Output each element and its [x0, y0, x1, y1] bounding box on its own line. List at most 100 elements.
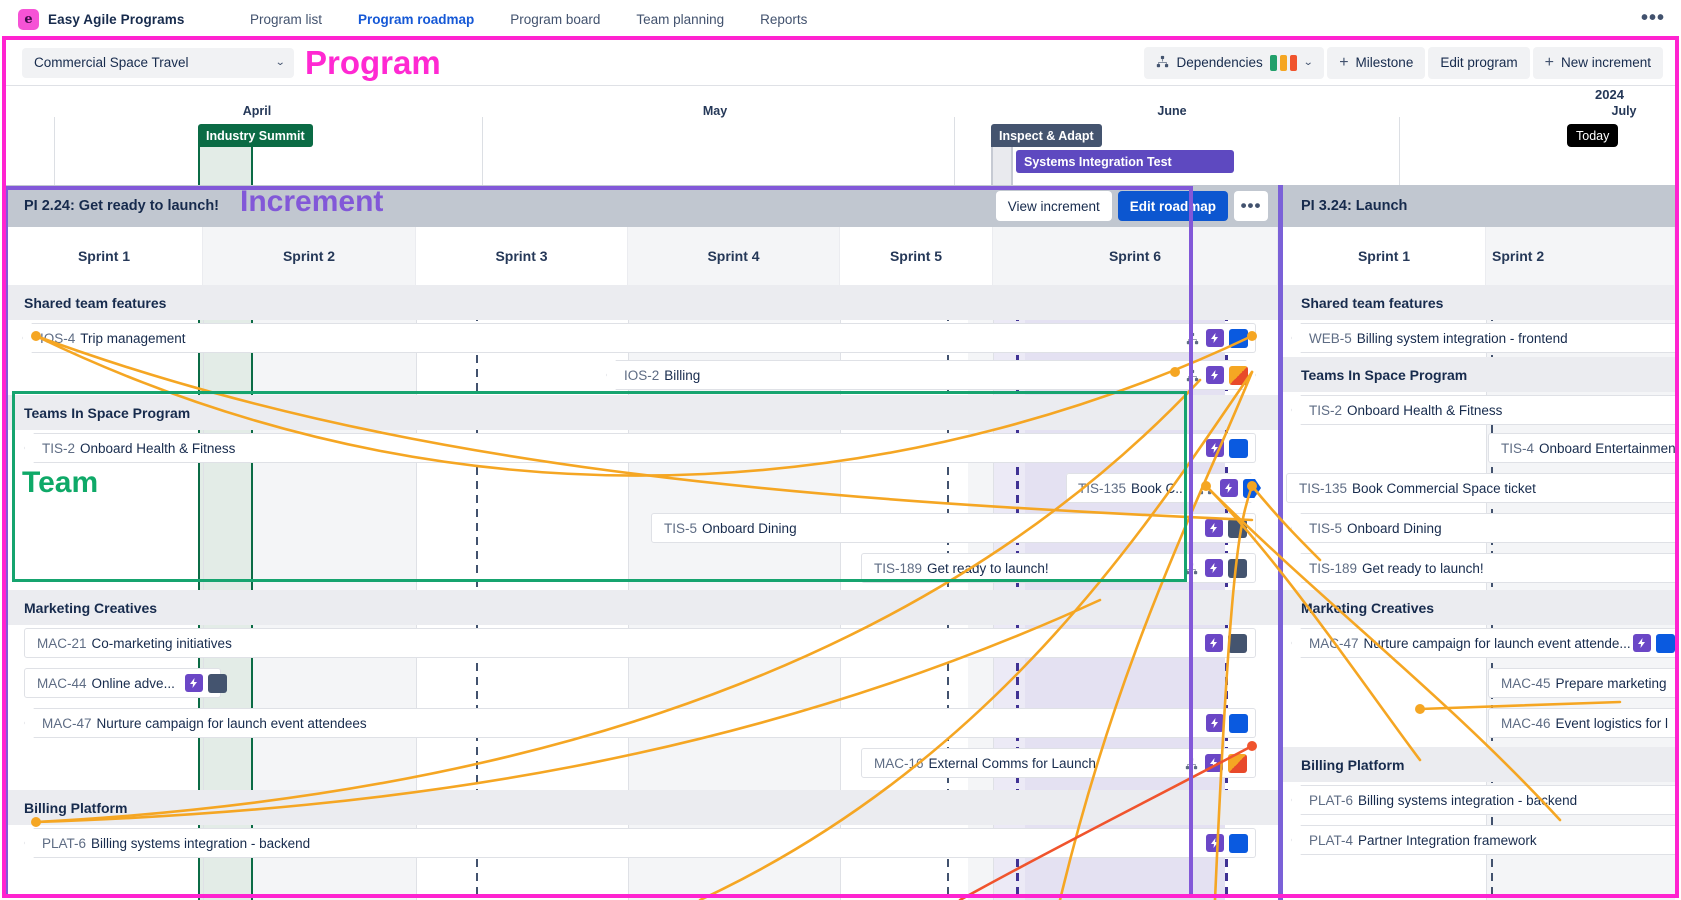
milestone-industry-summit[interactable]: Industry Summit: [198, 124, 313, 147]
avatar[interactable]: [1229, 328, 1248, 348]
milestone-systems-integration-test[interactable]: Systems Integration Test: [1016, 150, 1234, 173]
issue-bar-ios-4[interactable]: IOS-4 Trip management: [22, 323, 1256, 353]
issue-key: TIS-2: [42, 440, 76, 456]
avatar[interactable]: [1228, 518, 1247, 538]
increment-title: PI 3.24: Launch: [1301, 198, 1408, 214]
issue-bar-tis-2[interactable]: TIS-2 Onboard Health & Fitness: [1291, 395, 1675, 425]
team-header-teams-in-space-program: Teams In Space Program: [1283, 357, 1675, 392]
issue-bar-mac-44[interactable]: MAC-44 Online adve...: [24, 668, 227, 698]
issue-bar-plat-6[interactable]: PLAT-6 Billing systems integration - bac…: [24, 828, 1256, 858]
avatar[interactable]: [1229, 438, 1248, 458]
nav-item-program-list[interactable]: Program list: [250, 12, 322, 27]
issue-row: TIS-5 Onboard Dining: [1283, 510, 1675, 547]
issue-bar-tis-2[interactable]: TIS-2 Onboard Health & Fitness: [24, 433, 1256, 463]
edit-roadmap-button[interactable]: Edit roadmap: [1117, 191, 1228, 221]
sprint-cell-4: Sprint 4: [628, 227, 840, 285]
issue-bar-tis-189[interactable]: TIS-189 Get ready to launch!: [861, 553, 1256, 583]
month-label-may: May: [702, 104, 728, 118]
issue-summary: Trip management: [80, 330, 186, 346]
issue-icons: [1172, 753, 1247, 773]
issue-bar-mac-21[interactable]: MAC-21 Co-marketing initiatives: [24, 628, 1256, 658]
nav-item-team-planning[interactable]: Team planning: [636, 12, 724, 27]
story-type-icon: [1206, 366, 1224, 384]
dependency-tree-icon[interactable]: [1182, 754, 1200, 772]
sprint-header-row: Sprint 1 Sprint 2 Sprint 3 Sprint 4 Spri…: [6, 227, 1278, 285]
avatar[interactable]: [1243, 479, 1262, 498]
dependency-tree-icon[interactable]: [1183, 329, 1201, 347]
avatar[interactable]: [1228, 558, 1247, 578]
issue-key: MAC-21: [37, 635, 87, 651]
month-label-april: April: [242, 104, 272, 118]
avatar[interactable]: [1656, 633, 1675, 653]
nav-item-program-roadmap[interactable]: Program roadmap: [358, 12, 474, 27]
program-selector[interactable]: Commercial Space Travel ⌄: [22, 47, 294, 78]
year-label: 2024: [1595, 87, 1624, 102]
issue-row: TIS-189 Get ready to launch!: [6, 550, 1278, 587]
issue-row: MAC-44 Online adve...: [6, 665, 1278, 702]
issue-bar-tis-135[interactable]: TIS-135 Book C...: [1066, 473, 1261, 503]
issue-key: MAC-45: [1501, 675, 1551, 691]
avatar[interactable]: [1229, 366, 1248, 385]
new-increment-button[interactable]: + New increment: [1532, 46, 1663, 79]
sprint-cell-6: Sprint 6: [993, 227, 1278, 285]
inspect-adapt-band: [991, 147, 1013, 185]
issue-bar-tis-189[interactable]: TIS-189 Get ready to launch!: [1291, 553, 1675, 583]
issue-icons: [1173, 328, 1248, 348]
nav-item-program-board[interactable]: Program board: [510, 12, 600, 27]
increment-header-pi-2-24: PI 2.24: Get ready to launch! View incre…: [6, 185, 1278, 227]
milestone-inspect-and-adapt[interactable]: Inspect & Adapt: [991, 124, 1102, 147]
issue-row: PLAT-6 Billing systems integration - bac…: [1283, 782, 1675, 819]
story-type-icon: [1220, 479, 1238, 497]
issue-bar-plat-6[interactable]: PLAT-6 Billing systems integration - bac…: [1291, 785, 1675, 815]
more-options-icon[interactable]: •••: [1641, 8, 1665, 28]
add-milestone-button[interactable]: + Milestone: [1327, 46, 1426, 79]
avatar[interactable]: [1229, 713, 1248, 733]
issue-bar-ios-2[interactable]: IOS-2 Billing: [606, 360, 1256, 390]
issue-bar-mac-47[interactable]: MAC-47 Nurture campaign for launch event…: [24, 708, 1256, 738]
avatar[interactable]: [207, 673, 227, 693]
issue-bar-tis-135[interactable]: TIS-135 Book Commercial Space ticket: [1286, 473, 1675, 503]
dependency-tree-icon[interactable]: [1182, 559, 1200, 577]
issue-key: TIS-2: [1309, 402, 1343, 418]
dependency-tree-icon[interactable]: [1197, 479, 1215, 497]
nav-item-reports[interactable]: Reports: [760, 12, 807, 27]
issue-summary: Prepare marketing: [1555, 675, 1667, 691]
edit-program-button[interactable]: Edit program: [1428, 46, 1530, 79]
avatar[interactable]: [1229, 833, 1248, 853]
issue-bar-mac-45[interactable]: MAC-45 Prepare marketing: [1488, 668, 1675, 698]
issue-icons: [1172, 558, 1247, 578]
issue-bar-tis-5[interactable]: TIS-5 Onboard Dining: [1291, 513, 1675, 543]
dependency-chip-amber: [1279, 54, 1287, 71]
issue-row: MAC-47 Nurture campaign for launch event…: [6, 705, 1278, 742]
timeline-header: April May June July 2024 Industry Summit…: [6, 87, 1675, 185]
increment-more-options-icon[interactable]: •••: [1234, 191, 1268, 221]
team-header-marketing-creatives: Marketing Creatives: [6, 590, 1278, 625]
sprint-cell-3: Sprint 3: [416, 227, 628, 285]
dependency-tree-icon[interactable]: [1183, 366, 1201, 384]
issue-icons: [1631, 633, 1675, 653]
issue-icons: [1195, 518, 1247, 538]
brand[interactable]: e Easy Agile Programs: [0, 8, 250, 30]
dependencies-button[interactable]: Dependencies ⌄: [1144, 46, 1325, 79]
increment-divider: [1278, 185, 1283, 900]
view-increment-button[interactable]: View increment: [995, 191, 1112, 221]
team-header-billing-platform: Billing Platform: [6, 790, 1278, 825]
avatar[interactable]: [1228, 753, 1247, 773]
issue-bar-mac-16[interactable]: MAC-16 External Comms for Launch: [861, 748, 1256, 778]
issue-bar-mac-46[interactable]: MAC-46 Event logistics for l: [1488, 708, 1675, 738]
edit-program-label: Edit program: [1440, 55, 1518, 70]
issue-bar-web-5[interactable]: WEB-5 Billing system integration - front…: [1291, 323, 1675, 353]
avatar[interactable]: [1228, 633, 1247, 653]
sprint-cell-5: Sprint 5: [840, 227, 993, 285]
program-selector-value: Commercial Space Travel: [34, 55, 189, 70]
issue-bar-plat-4[interactable]: PLAT-4 Partner Integration framework: [1291, 825, 1675, 855]
issue-bar-tis-4[interactable]: TIS-4 Onboard Entertainmen: [1488, 433, 1675, 463]
issue-summary: Onboard Dining: [702, 520, 797, 536]
timeline-divider: [954, 117, 955, 185]
issue-bar-mac-47[interactable]: MAC-47 Nurture campaign for launch event…: [1291, 628, 1675, 658]
issue-key: MAC-47: [42, 715, 92, 731]
program-toolbar: Commercial Space Travel ⌄ Dependencies ⌄…: [6, 40, 1675, 86]
issue-row: MAC-16 External Comms for Launch: [6, 745, 1278, 782]
month-label-june: June: [1157, 104, 1187, 118]
issue-bar-tis-5[interactable]: TIS-5 Onboard Dining: [651, 513, 1256, 543]
